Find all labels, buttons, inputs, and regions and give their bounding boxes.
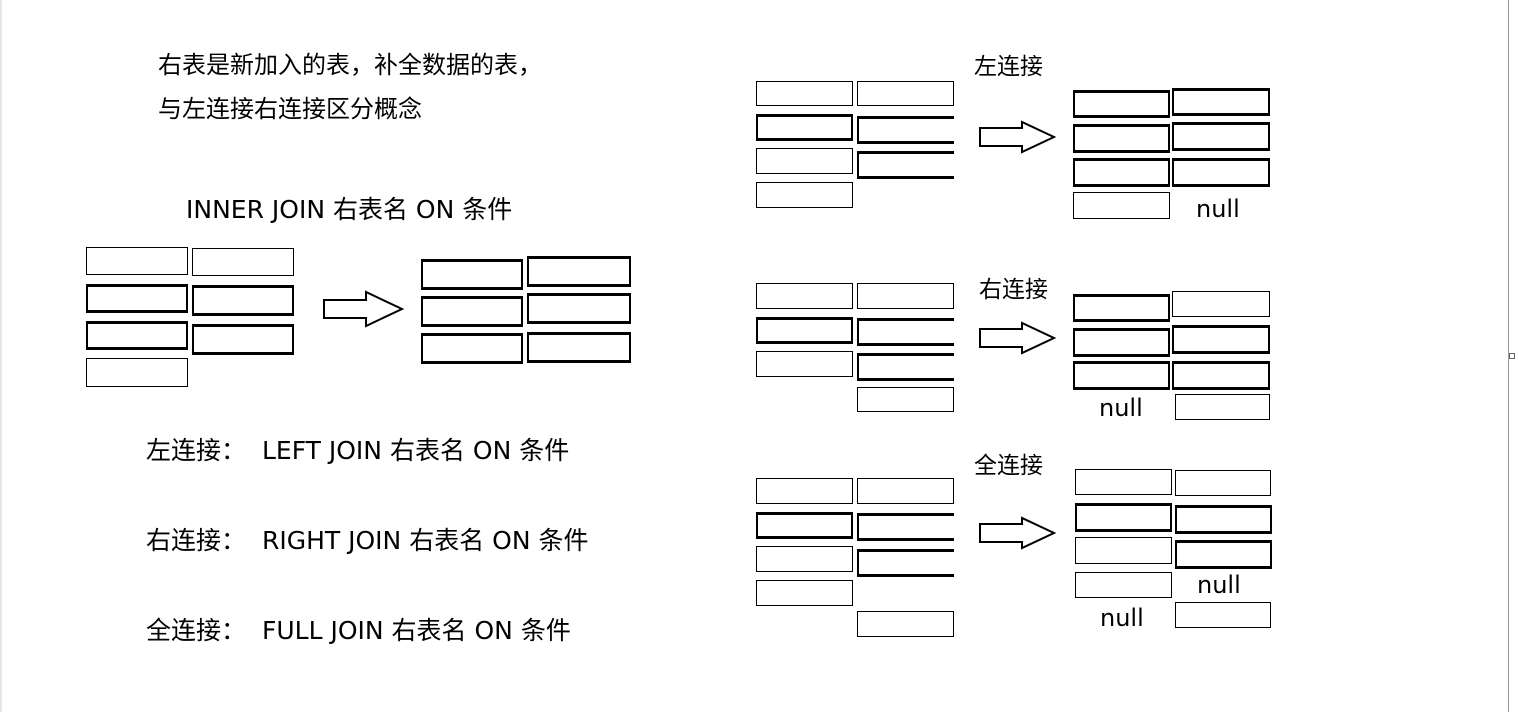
full-join-result-cell — [1075, 572, 1172, 598]
right-join-result-cell — [1073, 328, 1170, 357]
full-join-right-cell — [857, 513, 954, 541]
inner-result-cell — [527, 293, 631, 324]
left-join-right-cell — [857, 151, 954, 179]
right-join-left-cell — [756, 283, 853, 309]
left-join-right-cell — [857, 116, 954, 144]
right-join-right-cell — [857, 283, 954, 309]
right-join-left-cell — [756, 317, 853, 344]
left-join-left-cell — [756, 114, 853, 141]
left-join-arrow-icon — [979, 120, 1057, 154]
right-join-left-cell — [756, 351, 853, 377]
inner-right-table-cell — [192, 248, 294, 276]
right-join-result-cell — [1175, 394, 1270, 420]
left-join-result-cell — [1073, 192, 1170, 219]
right-join-title: 右连接 — [979, 277, 1048, 303]
inner-left-table-cell — [86, 284, 188, 313]
full-join-result-cell — [1175, 470, 1271, 496]
inner-result-cell — [421, 333, 523, 364]
left-join-result-cell — [1073, 158, 1170, 187]
inner-result-cell — [421, 296, 523, 327]
left-join-sql: LEFT JOIN 右表名 ON 条件 — [262, 436, 570, 465]
right-join-sql: RIGHT JOIN 右表名 ON 条件 — [262, 526, 589, 555]
full-join-arrow-icon — [979, 516, 1057, 550]
left-join-result-cell — [1172, 122, 1270, 151]
right-join-name: 右连接： — [146, 526, 247, 555]
full-join-name: 全连接： — [146, 616, 247, 645]
inner-left-table-cell — [86, 358, 188, 387]
join-diagram-canvas: 右表是新加入的表，补全数据的表， 与左连接右连接区分概念 INNER JOIN … — [0, 0, 1518, 712]
inner-join-label: INNER JOIN 右表名 ON 条件 — [186, 195, 513, 224]
right-join-result-cell — [1073, 361, 1170, 390]
left-join-result-cell — [1073, 124, 1170, 153]
right-join-right-cell — [857, 387, 954, 412]
full-join-result-cell — [1075, 503, 1172, 532]
left-join-left-cell — [756, 81, 853, 106]
inner-left-table-cell — [86, 321, 188, 350]
full-join-left-cell — [756, 478, 853, 504]
right-join-result-cell — [1172, 291, 1270, 317]
full-join-null-right-label: null — [1197, 571, 1241, 599]
right-join-right-cell — [857, 318, 954, 346]
full-join-left-cell — [756, 580, 853, 606]
left-join-right-cell — [857, 81, 954, 106]
right-join-result-cell — [1172, 325, 1270, 354]
inner-result-cell — [527, 256, 631, 287]
inner-right-table-cell — [192, 324, 294, 355]
left-join-title: 左连接 — [974, 54, 1043, 80]
full-join-title: 全连接 — [974, 453, 1043, 479]
right-join-null-label: null — [1099, 394, 1143, 422]
inner-result-cell — [527, 332, 631, 363]
full-join-result-cell — [1075, 537, 1172, 564]
right-join-result-cell — [1073, 294, 1170, 322]
full-join-result-cell — [1175, 540, 1272, 569]
inner-result-cell — [421, 259, 523, 290]
full-join-sql: FULL JOIN 右表名 ON 条件 — [262, 616, 571, 645]
full-join-result-cell — [1175, 602, 1271, 628]
full-join-result-cell — [1075, 469, 1172, 495]
full-join-right-cell — [857, 478, 954, 504]
full-join-result-cell — [1175, 505, 1272, 534]
left-join-null-label: null — [1196, 195, 1240, 223]
left-join-left-cell — [756, 148, 853, 174]
full-join-left-cell — [756, 546, 853, 572]
left-join-left-cell — [756, 182, 853, 208]
left-join-name: 左连接： — [146, 436, 247, 465]
note-line-1: 右表是新加入的表，补全数据的表， — [158, 51, 542, 79]
right-join-arrow-icon — [979, 321, 1057, 355]
left-join-result-cell — [1172, 158, 1270, 187]
full-join-right-cell — [857, 549, 954, 577]
full-join-left-cell — [756, 512, 853, 539]
inner-arrow-icon — [323, 290, 405, 328]
left-join-result-cell — [1172, 88, 1270, 116]
note-line-2: 与左连接右连接区分概念 — [158, 95, 422, 123]
inner-right-table-cell — [192, 285, 294, 316]
canvas-left-edge — [0, 0, 2, 712]
right-join-result-cell — [1172, 361, 1270, 390]
full-join-null-left-label: null — [1100, 604, 1144, 632]
inner-left-table-cell — [86, 247, 188, 275]
resize-handle[interactable] — [1509, 353, 1515, 359]
right-join-right-cell — [857, 353, 954, 381]
full-join-right-cell — [857, 611, 954, 637]
left-join-result-cell — [1073, 90, 1170, 118]
